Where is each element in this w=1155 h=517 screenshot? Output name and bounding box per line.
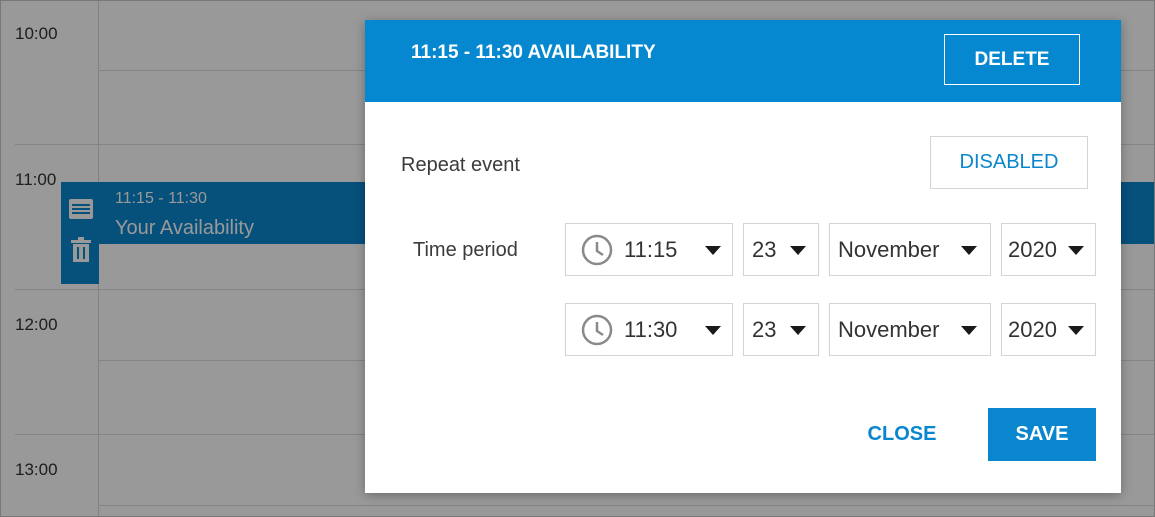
- chevron-down-icon: [1068, 326, 1084, 335]
- dialog-header: 11:15 - 11:30 AVAILABILITY DELETE: [365, 20, 1121, 102]
- start-time-value: 11:15: [624, 236, 678, 262]
- save-button[interactable]: SAVE: [988, 408, 1096, 461]
- end-month-value: November: [838, 316, 940, 342]
- chevron-down-icon: [1068, 246, 1084, 255]
- end-day-select[interactable]: 23: [743, 303, 819, 356]
- delete-button[interactable]: DELETE: [944, 34, 1080, 85]
- clock-icon: [581, 314, 613, 346]
- start-year-select[interactable]: 2020: [1001, 223, 1096, 276]
- start-year-value: 2020: [1008, 236, 1057, 262]
- dialog-title: 11:15 - 11:30 AVAILABILITY: [411, 42, 656, 63]
- end-month-select[interactable]: November: [829, 303, 991, 356]
- chevron-down-icon: [705, 326, 721, 335]
- end-day-value: 23: [752, 316, 777, 342]
- time-period-label: Time period: [413, 239, 518, 261]
- start-time-select[interactable]: 11:15: [565, 223, 733, 276]
- start-month-value: November: [838, 236, 940, 262]
- end-time-select[interactable]: 11:30: [565, 303, 733, 356]
- chevron-down-icon: [961, 326, 977, 335]
- start-day-value: 23: [752, 236, 777, 262]
- chevron-down-icon: [705, 246, 721, 255]
- repeat-toggle-button[interactable]: DISABLED: [930, 136, 1088, 189]
- repeat-event-label: Repeat event: [401, 154, 520, 176]
- availability-dialog: 11:15 - 11:30 AVAILABILITY DELETE Repeat…: [365, 20, 1121, 493]
- clock-icon: [581, 234, 613, 266]
- close-button[interactable]: CLOSE: [847, 408, 957, 461]
- chevron-down-icon: [790, 326, 806, 335]
- chevron-down-icon: [961, 246, 977, 255]
- end-year-value: 2020: [1008, 316, 1057, 342]
- start-day-select[interactable]: 23: [743, 223, 819, 276]
- start-month-select[interactable]: November: [829, 223, 991, 276]
- end-year-select[interactable]: 2020: [1001, 303, 1096, 356]
- end-time-value: 11:30: [624, 316, 678, 342]
- chevron-down-icon: [790, 246, 806, 255]
